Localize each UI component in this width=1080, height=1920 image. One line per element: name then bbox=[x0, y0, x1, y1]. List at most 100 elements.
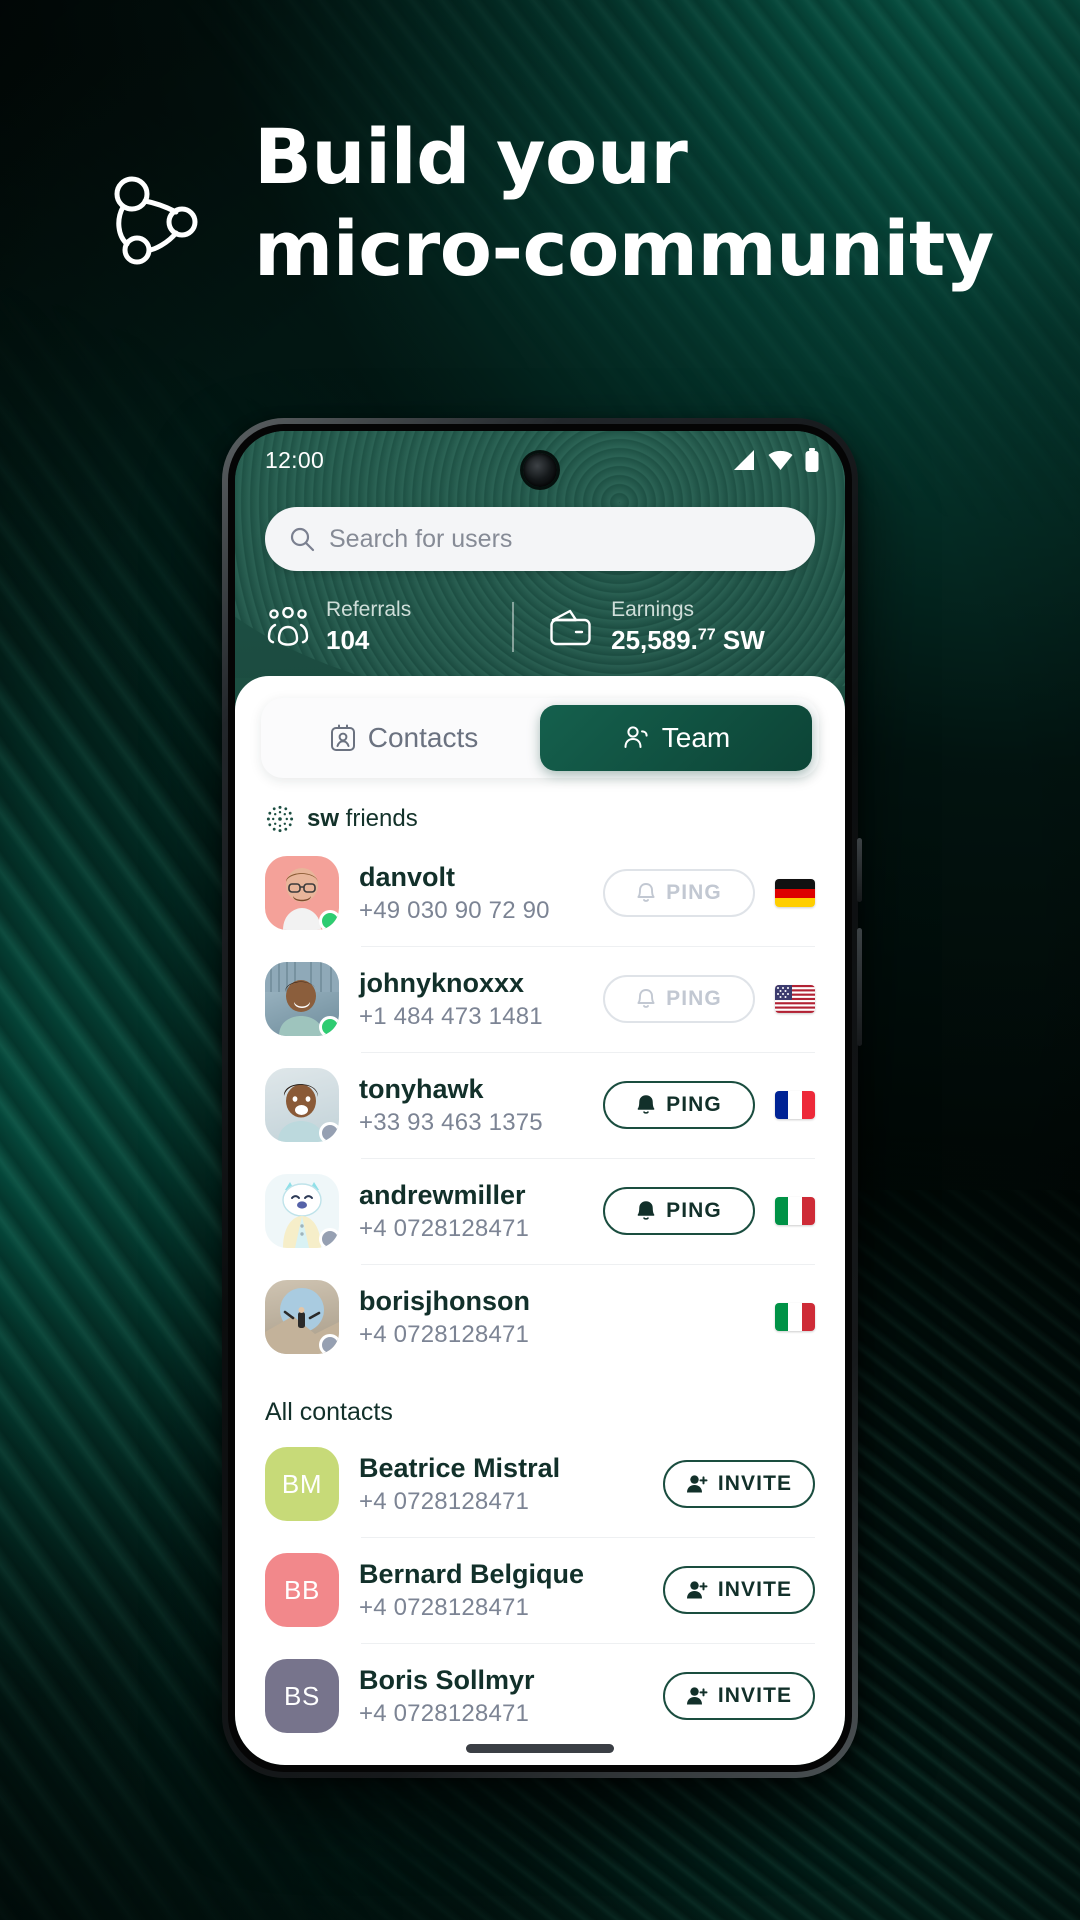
phone-mockup: 12:00 Search for users Referrals 104 Ear… bbox=[222, 418, 862, 1778]
ping-button[interactable]: PING bbox=[603, 1187, 755, 1236]
stats-row: Referrals 104 Earnings 25,589.77 SW bbox=[235, 571, 845, 662]
search-icon bbox=[289, 526, 315, 552]
friends-word: friends bbox=[339, 805, 418, 833]
table-row[interactable]: danvolt +49 030 90 72 90 PING bbox=[265, 840, 815, 946]
contact-phone: +4 0728128471 bbox=[359, 1488, 530, 1516]
wallet-icon bbox=[548, 607, 596, 647]
battery-icon bbox=[805, 448, 819, 472]
contact-name: tonyhawk bbox=[359, 1074, 484, 1105]
friends-section-header: sw friends bbox=[235, 778, 845, 840]
tab-team[interactable]: Team bbox=[540, 705, 812, 772]
avatar: BB bbox=[265, 1553, 339, 1628]
phone-power-button bbox=[857, 838, 862, 902]
referrals-stat[interactable]: Referrals 104 bbox=[265, 597, 512, 656]
bell-icon bbox=[636, 882, 656, 904]
contact-name: johnyknoxxx bbox=[359, 968, 525, 999]
friends-brand: sw bbox=[307, 805, 340, 833]
ping-button[interactable]: PING bbox=[603, 1081, 755, 1130]
avatar-initials: BS bbox=[284, 1680, 320, 1711]
presence-indicator bbox=[319, 1122, 339, 1143]
headline-line-1: Build your bbox=[254, 112, 688, 201]
ping-button-placeholder bbox=[603, 1293, 755, 1341]
contact-name: andrewmiller bbox=[359, 1180, 526, 1211]
referrals-group-icon bbox=[265, 606, 311, 647]
all-contacts-list: BM Beatrice Mistral +4 0728128471 INVITE… bbox=[235, 1431, 845, 1749]
earnings-label: Earnings bbox=[611, 598, 694, 621]
friends-list: danvolt +49 030 90 72 90 PING johnyknoxx… bbox=[235, 840, 845, 1370]
flag-de bbox=[775, 879, 815, 908]
invite-button[interactable]: INVITE bbox=[663, 1460, 815, 1509]
avatar bbox=[265, 1068, 339, 1143]
referrals-label: Referrals bbox=[326, 598, 412, 621]
phone-bezel: 12:00 Search for users Referrals 104 Ear… bbox=[228, 424, 852, 1772]
table-row[interactable]: borisjhonson +4 0728128471 bbox=[265, 1264, 815, 1370]
presence-indicator bbox=[319, 1016, 339, 1037]
contact-phone: +4 0728128471 bbox=[359, 1215, 530, 1243]
tab-bar: Contacts Team bbox=[261, 698, 819, 779]
presence-indicator bbox=[319, 1228, 339, 1249]
search-placeholder: Search for users bbox=[329, 524, 513, 553]
contact-phone: +4 0728128471 bbox=[359, 1700, 530, 1728]
user-plus-icon bbox=[686, 1474, 708, 1494]
ping-button-label: PING bbox=[666, 987, 722, 1011]
promo-headline-block: Build your micro-community bbox=[0, 118, 1080, 287]
tab-contacts[interactable]: Contacts bbox=[268, 705, 540, 771]
app-header: 12:00 Search for users Referrals 104 Ear… bbox=[235, 431, 845, 714]
earnings-value: 25,589.77 SW bbox=[611, 625, 765, 656]
phone-screen: 12:00 Search for users Referrals 104 Ear… bbox=[235, 431, 845, 1765]
avatar-initials: BB bbox=[284, 1574, 320, 1605]
table-row[interactable]: andrewmiller +4 0728128471 PING bbox=[265, 1158, 815, 1264]
ping-button-label: PING bbox=[666, 1093, 722, 1117]
invite-button[interactable]: INVITE bbox=[663, 1566, 815, 1615]
ping-button[interactable]: PING bbox=[603, 975, 755, 1024]
contact-card-icon bbox=[330, 724, 356, 752]
contact-phone: +1 484 473 1481 bbox=[359, 1003, 543, 1031]
earnings-currency: SW bbox=[722, 625, 765, 656]
list-item[interactable]: BB Bernard Belgique +4 0728128471 INVITE bbox=[265, 1537, 815, 1643]
table-row[interactable]: johnyknoxxx +1 484 473 1481 PING bbox=[265, 946, 815, 1052]
list-item[interactable]: BS Boris Sollmyr +4 0728128471 INVITE bbox=[265, 1643, 815, 1749]
avatar bbox=[265, 1280, 339, 1355]
invite-button[interactable]: INVITE bbox=[663, 1672, 815, 1721]
people-icon bbox=[622, 725, 650, 751]
search-input[interactable]: Search for users bbox=[265, 507, 815, 571]
content-sheet: Contacts Team sw friends danvolt +49 030… bbox=[235, 676, 845, 1765]
list-item[interactable]: BM Beatrice Mistral +4 0728128471 INVITE bbox=[265, 1431, 815, 1537]
flag-fr bbox=[775, 1091, 815, 1120]
home-indicator[interactable] bbox=[466, 1744, 614, 1753]
presence-indicator bbox=[319, 910, 339, 931]
avatar bbox=[265, 1174, 339, 1249]
contact-phone: +4 0728128471 bbox=[359, 1594, 530, 1622]
contact-phone: +33 93 463 1375 bbox=[359, 1109, 543, 1137]
invite-button-label: INVITE bbox=[717, 1684, 793, 1708]
flag-us bbox=[775, 985, 815, 1014]
bell-icon bbox=[636, 1200, 656, 1222]
all-contacts-header: All contacts bbox=[265, 1398, 393, 1427]
tab-contacts-label: Contacts bbox=[367, 722, 479, 754]
contact-name: danvolt bbox=[359, 862, 456, 893]
ping-button[interactable]: PING bbox=[603, 869, 755, 918]
ping-button-label: PING bbox=[666, 1199, 722, 1223]
bell-icon bbox=[636, 988, 656, 1010]
headline-line-2: micro-community bbox=[254, 203, 994, 293]
avatar-initials: BM bbox=[281, 1468, 323, 1499]
contact-name: Bernard Belgique bbox=[359, 1559, 585, 1590]
contact-name: borisjhonson bbox=[359, 1286, 530, 1317]
earnings-amount: 25,589. bbox=[611, 625, 698, 656]
avatar: BS bbox=[265, 1659, 339, 1734]
user-plus-icon bbox=[686, 1580, 708, 1600]
avatar bbox=[265, 856, 339, 931]
referrals-value: 104 bbox=[326, 625, 370, 656]
community-network-icon bbox=[106, 170, 202, 266]
earnings-stat[interactable]: Earnings 25,589.77 SW bbox=[514, 597, 815, 656]
contact-phone: +4 0728128471 bbox=[359, 1321, 530, 1349]
phone-volume-button bbox=[857, 928, 862, 1046]
avatar bbox=[265, 962, 339, 1037]
bell-icon bbox=[636, 1094, 656, 1116]
friends-section-label: sw friends bbox=[307, 805, 418, 833]
promo-headline: Build your micro-community bbox=[254, 118, 1024, 287]
table-row[interactable]: tonyhawk +33 93 463 1375 PING bbox=[265, 1052, 815, 1158]
tab-bar-wrap: Contacts Team bbox=[235, 676, 845, 779]
wifi-icon bbox=[767, 449, 794, 471]
flag-it bbox=[775, 1197, 815, 1226]
